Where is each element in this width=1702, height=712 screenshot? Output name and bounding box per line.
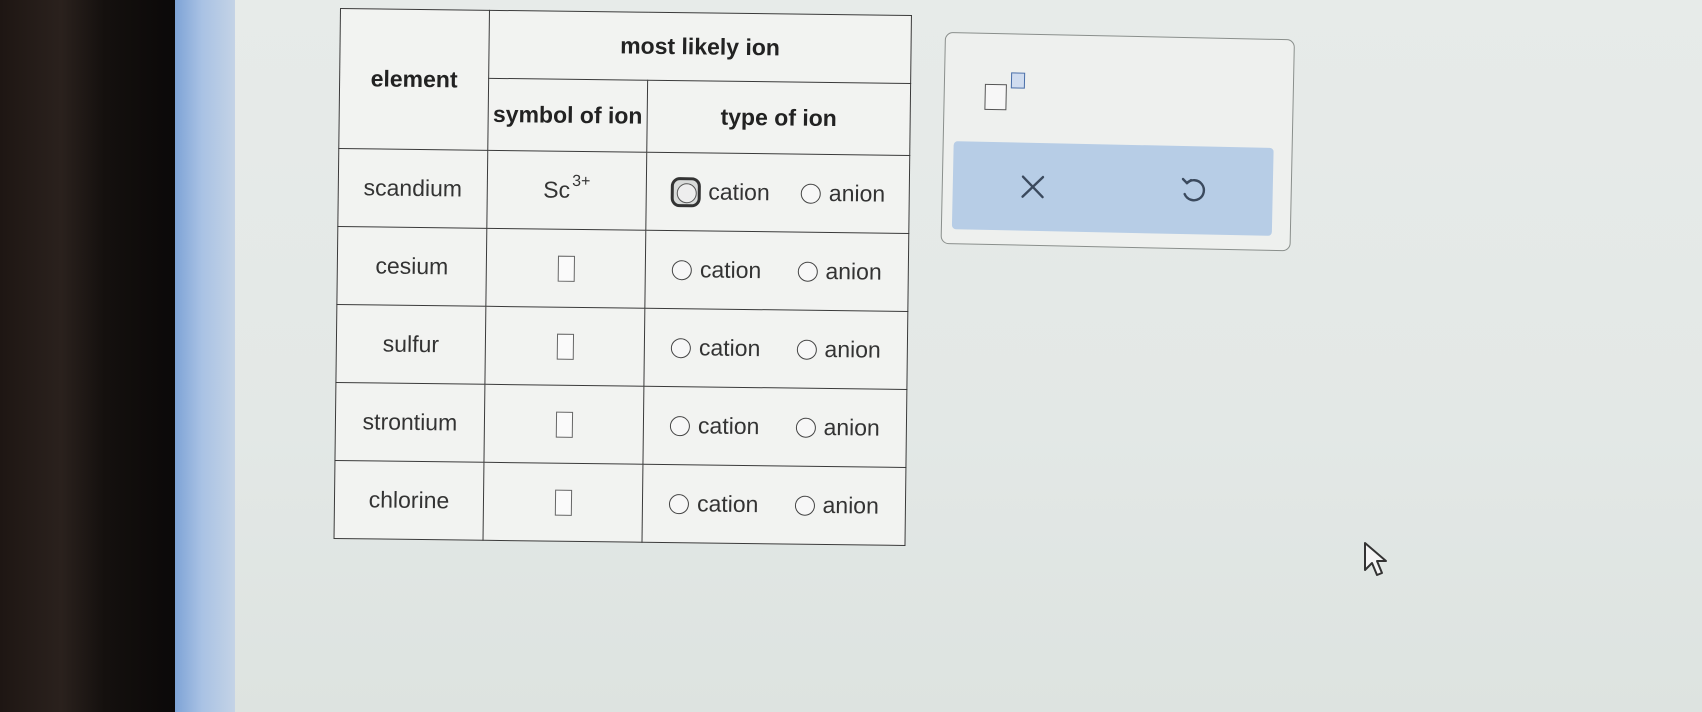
cation-option[interactable]: cation (670, 176, 770, 208)
anion-radio[interactable] (796, 339, 817, 360)
anion-radio[interactable] (795, 417, 816, 438)
table-row: chlorine cation anion (334, 460, 906, 546)
type-cell: cation anion (644, 230, 909, 312)
ion-type-radio-group: cation anion (647, 176, 909, 209)
type-cell: cation anion (641, 464, 906, 546)
symbol-cell[interactable]: Sc 3+ (486, 150, 647, 231)
table-row: strontium cation anion (334, 382, 907, 468)
anion-radio[interactable] (797, 261, 818, 282)
superscript-exponent-box (1010, 72, 1026, 89)
anion-label: anion (825, 257, 882, 285)
screen: element most likely ion symbol of ion ty… (0, 0, 1702, 712)
cation-radio[interactable] (670, 176, 701, 207)
cation-label: cation (698, 334, 761, 362)
anion-radio[interactable] (800, 183, 822, 204)
header-most-likely-ion: most likely ion (488, 10, 912, 84)
symbol-cell[interactable] (483, 462, 643, 543)
cation-label: cation (696, 490, 759, 518)
clear-button[interactable] (1002, 156, 1063, 217)
symbol-input-box[interactable] (555, 412, 573, 439)
ion-charge: 3+ (572, 172, 591, 190)
mouse-pointer-icon (1364, 542, 1387, 576)
symbol-cell[interactable] (484, 306, 645, 387)
cation-label: cation (697, 412, 760, 440)
ion-type-radio-group: cation anion (643, 490, 905, 520)
page-edge-strip (175, 0, 235, 712)
undo-button[interactable] (1162, 160, 1223, 221)
cation-radio[interactable] (669, 415, 691, 436)
cation-option[interactable]: cation (668, 490, 759, 518)
cation-label: cation (699, 256, 762, 284)
header-type-of-ion: type of ion (646, 80, 911, 156)
header-element: element (338, 8, 490, 151)
superscript-template-icon[interactable] (984, 72, 1026, 113)
anion-option[interactable]: anion (797, 258, 882, 286)
type-cell: cation anion (642, 386, 907, 468)
element-name: chlorine (334, 460, 484, 541)
anion-label: anion (824, 335, 881, 363)
ion-type-radio-group: cation anion (646, 256, 908, 286)
cation-option[interactable]: cation (670, 334, 761, 362)
symbol-cell[interactable] (483, 384, 644, 465)
ion-table-wrapper: element most likely ion symbol of ion ty… (333, 8, 912, 546)
symbol-cell[interactable] (485, 228, 646, 309)
symbol-input-box[interactable] (556, 334, 574, 361)
table-row: sulfur cation anion (335, 304, 908, 390)
answer-tool-panel (940, 32, 1295, 252)
symbol-input-box[interactable] (557, 256, 575, 283)
table-row: cesium cation anion (336, 226, 909, 312)
ion-symbol[interactable]: Sc 3+ (543, 173, 590, 204)
anion-option[interactable]: anion (795, 414, 880, 442)
cation-option[interactable]: cation (669, 412, 760, 440)
superscript-base-box (984, 83, 1007, 111)
cation-option[interactable]: cation (671, 256, 762, 284)
cation-radio[interactable] (670, 337, 692, 358)
ion-type-radio-group: cation anion (644, 412, 906, 442)
cation-radio[interactable] (668, 493, 690, 514)
type-cell: cation anion (643, 308, 908, 390)
undo-icon (1181, 177, 1206, 202)
anion-label: anion (823, 413, 880, 441)
x-icon (1021, 175, 1045, 199)
symbol-input-box[interactable] (554, 490, 572, 517)
monitor-bezel (0, 0, 175, 712)
element-name: cesium (336, 226, 487, 307)
cation-label: cation (708, 178, 770, 206)
anion-label: anion (822, 491, 880, 519)
action-bar (951, 141, 1274, 236)
table-row: scandium Sc 3+ cation anion (337, 148, 910, 234)
anion-label: anion (828, 179, 886, 207)
ion-table: element most likely ion symbol of ion ty… (333, 8, 912, 546)
type-cell: cation anion (645, 152, 910, 234)
element-name: sulfur (335, 304, 486, 385)
cation-radio[interactable] (671, 259, 693, 280)
anion-radio[interactable] (794, 495, 815, 516)
anion-option[interactable]: anion (794, 492, 879, 520)
anion-option[interactable]: anion (800, 179, 886, 208)
element-name: strontium (334, 382, 485, 463)
ion-symbol-base: Sc (543, 176, 571, 204)
anion-option[interactable]: anion (796, 336, 881, 364)
header-symbol-of-ion: symbol of ion (487, 78, 648, 153)
ion-type-radio-group: cation anion (645, 334, 907, 364)
element-name: scandium (337, 148, 488, 229)
